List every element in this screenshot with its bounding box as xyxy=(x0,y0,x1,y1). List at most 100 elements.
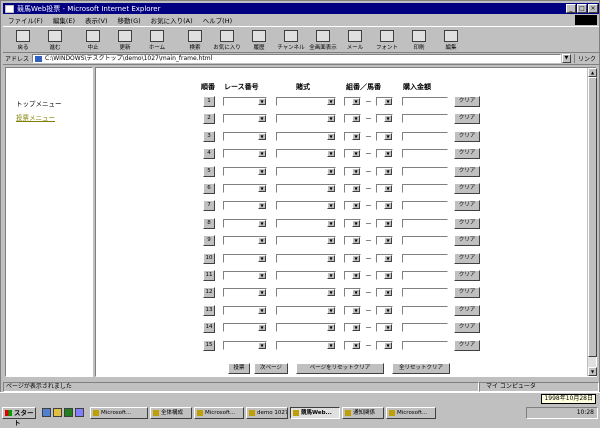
clear-button[interactable]: クリア xyxy=(454,252,480,264)
kumiban-first-select[interactable]: ▼ xyxy=(344,236,361,246)
menu-help[interactable]: ヘルプ(H) xyxy=(198,15,237,25)
clock[interactable]: 10:28 xyxy=(577,409,594,416)
kumiban-second-select[interactable]: ▼ xyxy=(376,149,393,159)
race-number-select[interactable]: ▼ xyxy=(223,184,267,193)
stop-button[interactable]: 中止 xyxy=(77,27,109,52)
bet-type-select[interactable]: ▼ xyxy=(276,288,336,298)
clear-button[interactable]: クリア xyxy=(454,235,480,247)
mail-button[interactable]: メール xyxy=(339,27,371,52)
forward-button[interactable]: 進む xyxy=(39,27,71,52)
race-number-select[interactable]: ▼ xyxy=(223,97,267,106)
taskbar-task-button[interactable]: demo 1027 xyxy=(246,407,288,419)
clear-button[interactable]: クリア xyxy=(454,270,480,281)
taskbar-task-button[interactable]: Microsoft... xyxy=(194,407,244,419)
clear-button[interactable]: クリア xyxy=(454,322,480,334)
next-page-button[interactable]: 次ページ xyxy=(254,363,288,374)
row-number-button[interactable]: 5 xyxy=(203,165,215,177)
kumiban-first-select[interactable]: ▼ xyxy=(344,218,361,228)
vote-menu-link[interactable]: 投票メニュー xyxy=(16,112,55,122)
menu-edit[interactable]: 編集(E) xyxy=(48,15,80,25)
bet-type-select[interactable]: ▼ xyxy=(276,149,336,159)
kumiban-second-select[interactable]: ▼ xyxy=(376,218,393,228)
quicklaunch-channels-icon[interactable] xyxy=(75,408,84,417)
clear-button[interactable]: クリア xyxy=(454,130,480,142)
kumiban-first-select[interactable]: ▼ xyxy=(344,323,361,333)
bet-type-select[interactable]: ▼ xyxy=(276,305,336,315)
amount-input[interactable] xyxy=(402,236,448,246)
quicklaunch-ie-icon[interactable] xyxy=(42,408,51,417)
kumiban-first-select[interactable]: ▼ xyxy=(344,149,361,159)
race-number-select[interactable]: ▼ xyxy=(223,166,267,176)
amount-input[interactable] xyxy=(402,305,448,315)
amount-input[interactable] xyxy=(402,114,448,124)
kumiban-second-select[interactable]: ▼ xyxy=(376,253,393,263)
taskbar-task-button[interactable]: 競馬Web... xyxy=(290,407,340,419)
kumiban-second-select[interactable]: ▼ xyxy=(376,271,393,280)
kumiban-second-select[interactable]: ▼ xyxy=(376,323,393,333)
kumiban-first-select[interactable]: ▼ xyxy=(344,97,361,106)
race-number-select[interactable]: ▼ xyxy=(223,149,267,159)
bet-type-select[interactable]: ▼ xyxy=(276,323,336,333)
history-button[interactable]: 履歴 xyxy=(243,27,275,52)
scroll-down-button[interactable]: ▼ xyxy=(588,367,597,376)
race-number-select[interactable]: ▼ xyxy=(223,340,267,350)
row-number-button[interactable]: 1 xyxy=(203,96,215,107)
taskbar-task-button[interactable]: Microsoft... xyxy=(386,407,436,419)
row-number-button[interactable]: 15 xyxy=(203,339,215,351)
all-reset-button[interactable]: 全リセットクリア xyxy=(392,363,450,374)
top-menu-link[interactable]: トップメニュー xyxy=(16,98,62,108)
bet-type-select[interactable]: ▼ xyxy=(276,166,336,176)
ie-app-icon[interactable] xyxy=(5,4,14,13)
kumiban-first-select[interactable]: ▼ xyxy=(344,305,361,315)
bet-type-select[interactable]: ▼ xyxy=(276,271,336,280)
maximize-button[interactable]: □ xyxy=(577,4,587,13)
start-button[interactable]: スタート xyxy=(2,407,36,427)
kumiban-second-select[interactable]: ▼ xyxy=(376,166,393,176)
amount-input[interactable] xyxy=(402,166,448,176)
close-button[interactable]: × xyxy=(588,4,598,13)
kumiban-first-select[interactable]: ▼ xyxy=(344,114,361,124)
amount-input[interactable] xyxy=(402,323,448,333)
amount-input[interactable] xyxy=(402,201,448,211)
kumiban-second-select[interactable]: ▼ xyxy=(376,114,393,124)
row-number-button[interactable]: 14 xyxy=(203,322,215,334)
clear-button[interactable]: クリア xyxy=(454,96,480,107)
kumiban-second-select[interactable]: ▼ xyxy=(376,305,393,315)
bet-type-select[interactable]: ▼ xyxy=(276,253,336,263)
row-number-button[interactable]: 8 xyxy=(203,217,215,229)
kumiban-first-select[interactable]: ▼ xyxy=(344,166,361,176)
home-button[interactable]: ホーム xyxy=(141,27,173,52)
kumiban-first-select[interactable]: ▼ xyxy=(344,288,361,298)
clear-button[interactable]: クリア xyxy=(454,287,480,299)
race-number-select[interactable]: ▼ xyxy=(223,114,267,124)
row-number-button[interactable]: 12 xyxy=(203,287,215,299)
clear-button[interactable]: クリア xyxy=(454,304,480,316)
row-number-button[interactable]: 2 xyxy=(203,113,215,125)
bet-type-select[interactable]: ▼ xyxy=(276,340,336,350)
bet-type-select[interactable]: ▼ xyxy=(276,184,336,193)
row-number-button[interactable]: 11 xyxy=(203,270,215,281)
kumiban-first-select[interactable]: ▼ xyxy=(344,253,361,263)
menu-go[interactable]: 移動(G) xyxy=(113,15,146,25)
row-number-button[interactable]: 6 xyxy=(203,183,215,194)
race-number-select[interactable]: ▼ xyxy=(223,236,267,246)
bet-type-select[interactable]: ▼ xyxy=(276,201,336,211)
amount-input[interactable] xyxy=(402,97,448,106)
kumiban-first-select[interactable]: ▼ xyxy=(344,184,361,193)
amount-input[interactable] xyxy=(402,253,448,263)
kumiban-second-select[interactable]: ▼ xyxy=(376,236,393,246)
menu-favorites[interactable]: お気に入り(A) xyxy=(146,15,198,25)
minimize-button[interactable]: _ xyxy=(566,4,576,13)
amount-input[interactable] xyxy=(402,218,448,228)
amount-input[interactable] xyxy=(402,340,448,350)
fullscreen-button[interactable]: 全画面表示 xyxy=(307,27,339,52)
race-number-select[interactable]: ▼ xyxy=(223,218,267,228)
clear-button[interactable]: クリア xyxy=(454,183,480,194)
title-bar[interactable]: 競馬Web投票 - Microsoft Internet Explorer _ … xyxy=(3,3,599,14)
kumiban-second-select[interactable]: ▼ xyxy=(376,201,393,211)
bet-type-select[interactable]: ▼ xyxy=(276,97,336,106)
row-number-button[interactable]: 4 xyxy=(203,148,215,160)
kumiban-first-select[interactable]: ▼ xyxy=(344,340,361,350)
address-dropdown-button[interactable]: ▼ xyxy=(561,54,571,63)
kumiban-second-select[interactable]: ▼ xyxy=(376,340,393,350)
